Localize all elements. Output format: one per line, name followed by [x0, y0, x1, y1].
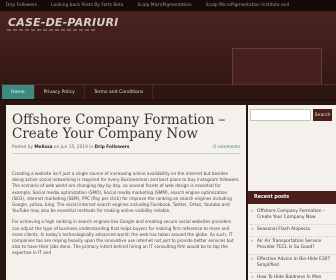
- site-header: CASE-DE-PARIURI: [0, 12, 336, 88]
- recent-posts-list: » Offshore Company Formation – Create You…: [250, 208, 336, 280]
- top-link[interactable]: Drip Followers: [6, 3, 37, 8]
- recent-post-link[interactable]: Seasonal Flash Alopecia: [257, 227, 310, 232]
- top-link[interactable]: Looking back Posts By Farts Beta: [51, 3, 123, 8]
- chevron-right-icon: »: [251, 239, 254, 244]
- search-form: Search: [250, 109, 332, 121]
- post-paragraph: For achieving a high ranking in search e…: [12, 219, 234, 256]
- sidebar: Search Recent posts » Offshore Company Fo…: [248, 105, 336, 280]
- header-banner-image: [232, 48, 322, 88]
- meta-on: on: [53, 145, 60, 150]
- nav-privacy-policy[interactable]: Privacy Policy: [35, 85, 85, 99]
- recent-post-link[interactable]: Offshore Company Formation – Create Your…: [257, 209, 325, 220]
- recent-post-item[interactable]: » How To Hide Baldness In Men: [250, 274, 336, 280]
- comments-link[interactable]: 0 comments: [213, 145, 240, 150]
- nav-home[interactable]: Home: [2, 85, 35, 99]
- chevron-right-icon: »: [251, 209, 254, 214]
- post-title[interactable]: Offshore Company Formation – Create Your…: [12, 113, 240, 141]
- post-category[interactable]: Drip Followers: [95, 145, 130, 150]
- post-paragraph: Creating a website isn't just a single s…: [12, 171, 240, 214]
- chevron-right-icon: »: [251, 257, 254, 262]
- recent-post-item[interactable]: » Effective Advice In Bio-Hide E307 Simpl…: [250, 256, 336, 273]
- top-links-bar: Drip Followers Looking back Posts By Far…: [0, 0, 336, 12]
- recent-posts-heading: Recent posts: [248, 191, 336, 204]
- main-nav: Home Privacy Policy Terms and Conditions: [0, 84, 336, 100]
- recent-post-link[interactable]: How To Hide Baldness In Men: [257, 275, 321, 280]
- recent-post-item[interactable]: » Offshore Company Formation – Create You…: [250, 208, 336, 225]
- divider: [12, 153, 240, 154]
- nav-terms[interactable]: Terms and Conditions: [85, 85, 154, 99]
- post-author[interactable]: Melissa: [34, 145, 52, 150]
- chevron-right-icon: »: [251, 227, 254, 232]
- meta-prefix: Posted by: [12, 145, 33, 150]
- chevron-right-icon: »: [251, 275, 254, 280]
- post-meta: Posted by Melissa on Jun 15, 2019 in Dri…: [12, 145, 240, 150]
- top-link[interactable]: Scalp MicroPigmentation: [137, 3, 191, 8]
- search-input[interactable]: [250, 109, 311, 121]
- meta-in: in: [89, 145, 94, 150]
- post-date: Jun 15, 2019: [60, 145, 88, 150]
- top-link[interactable]: Scalp MicroPigmentation Institute and: [206, 3, 290, 8]
- recent-post-link[interactable]: Effective Advice In Bio-Hide E307 Simpli…: [257, 257, 330, 268]
- site-logo[interactable]: CASE-DE-PARIURI: [8, 16, 118, 29]
- logo-decoration: [7, 29, 95, 31]
- post-body: Creating a website isn't just a single s…: [12, 171, 240, 262]
- recent-post-item[interactable]: » Seasonal Flash Alopecia: [250, 226, 336, 237]
- recent-post-item[interactable]: » Air Air Transportation Service Provider…: [250, 238, 336, 255]
- recent-post-link[interactable]: Air Air Transportation Service Provider …: [257, 239, 321, 250]
- main-content: Offshore Company Formation – Create Your…: [6, 105, 246, 280]
- search-button[interactable]: Search: [313, 109, 332, 121]
